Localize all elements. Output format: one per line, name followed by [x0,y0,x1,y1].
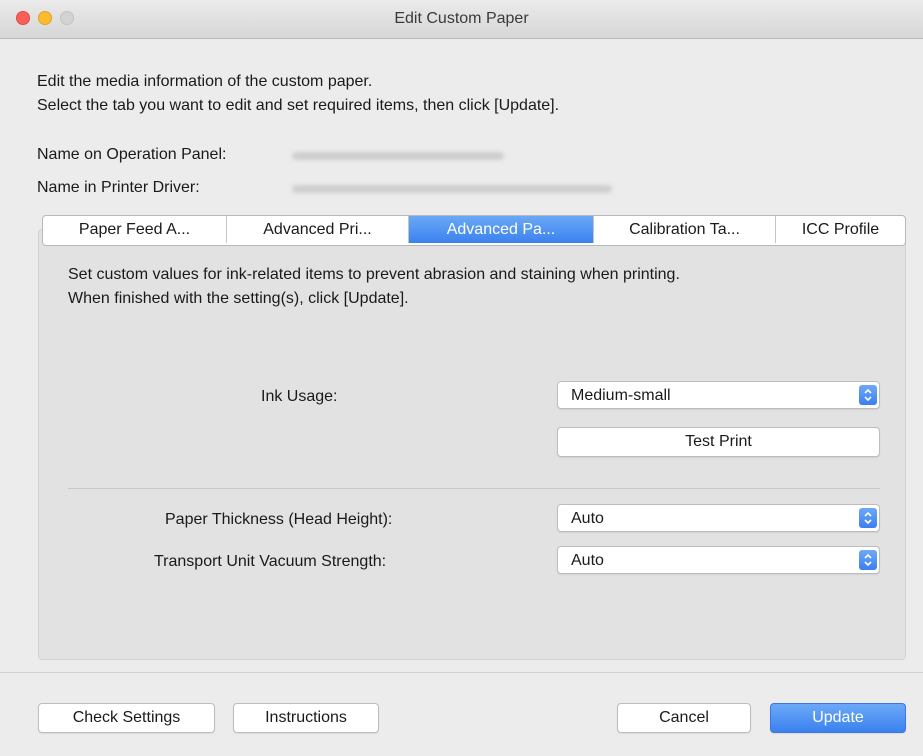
tab-bar: Paper Feed A... Advanced Pri... Advanced… [42,215,906,246]
title-bar: Edit Custom Paper [0,0,923,39]
printer-driver-name-label: Name in Printer Driver: [37,179,200,196]
printer-driver-name-value-redacted [292,185,612,193]
select-stepper-icon [859,550,877,570]
instructions-button[interactable]: Instructions [233,703,379,733]
ink-usage-select[interactable]: Medium-small [557,381,880,409]
tab-icc-profile[interactable]: ICC Profile [776,216,905,243]
tab-advanced-paper[interactable]: Advanced Pa... [409,216,594,243]
footer-divider [0,672,923,673]
vacuum-strength-select[interactable]: Auto [557,546,880,574]
paper-thickness-select[interactable]: Auto [557,504,880,532]
intro-line-1: Edit the media information of the custom… [37,73,373,90]
panel-description-line-1: Set custom values for ink-related items … [68,266,680,283]
select-stepper-icon [859,385,877,405]
select-stepper-icon [859,508,877,528]
window-title: Edit Custom Paper [394,10,529,27]
section-divider [68,488,880,489]
ink-usage-value: Medium-small [571,387,671,404]
vacuum-strength-value: Auto [571,552,604,569]
paper-thickness-value: Auto [571,510,604,527]
operation-panel-name-value-redacted [292,152,504,160]
vacuum-strength-label: Transport Unit Vacuum Strength: [154,553,387,570]
test-print-button[interactable]: Test Print [557,427,880,457]
tab-calibration-target[interactable]: Calibration Ta... [594,216,776,243]
ink-usage-label: Ink Usage: [261,388,338,405]
panel-description-line-2: When finished with the setting(s), click… [68,290,409,307]
update-button[interactable]: Update [770,703,906,733]
paper-thickness-label: Paper Thickness (Head Height): [165,511,393,528]
tab-advanced-print[interactable]: Advanced Pri... [227,216,409,243]
intro-line-2: Select the tab you want to edit and set … [37,97,560,114]
tab-paper-feed[interactable]: Paper Feed A... [43,216,227,243]
check-settings-button[interactable]: Check Settings [38,703,215,733]
settings-panel: Set custom values for ink-related items … [38,229,906,660]
operation-panel-name-label: Name on Operation Panel: [37,146,227,163]
cancel-button[interactable]: Cancel [617,703,751,733]
